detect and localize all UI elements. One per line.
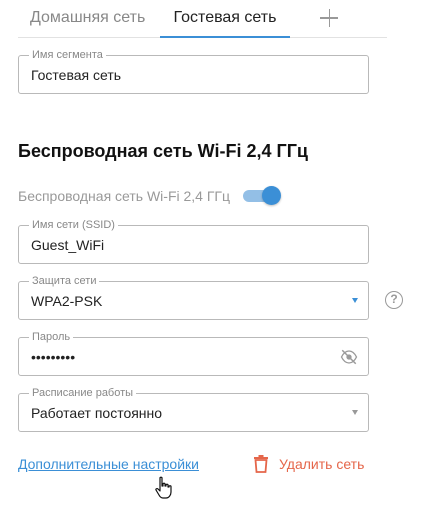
schedule-label: Расписание работы [29,386,137,400]
network-tabs: Домашняя сеть Гостевая сеть [18,0,387,38]
segment-name-field[interactable]: Имя сегмента Гостевая сеть [18,48,369,94]
advanced-settings-link[interactable]: Дополнительные настройки [18,456,199,472]
security-label: Защита сети [29,274,100,288]
password-value: ••••••••• [31,349,76,365]
hand-pointer-icon [155,476,172,499]
segment-name-value: Гостевая сеть [31,67,122,83]
chevron-down-icon [352,410,358,415]
security-select[interactable]: Защита сети WPA2-PSK [18,274,369,320]
ssid-label: Имя сети (SSID) [29,218,118,232]
password-label: Пароль [29,330,74,344]
schedule-select[interactable]: Расписание работы Работает постоянно [18,386,369,432]
wifi-toggle[interactable] [243,186,281,206]
segment-name-label: Имя сегмента [29,48,106,62]
tab-home-network[interactable]: Домашняя сеть [30,0,145,38]
ssid-field[interactable]: Имя сети (SSID) Guest_WiFi [18,218,369,264]
tab-guest-network[interactable]: Гостевая сеть [160,0,290,38]
ssid-value: Guest_WiFi [31,237,105,253]
password-field[interactable]: Пароль ••••••••• [18,330,369,376]
plus-icon[interactable] [318,6,342,30]
wifi-toggle-label: Беспроводная сеть Wi-Fi 2,4 ГГц [18,188,231,204]
section-title: Беспроводная сеть Wi-Fi 2,4 ГГц [18,141,308,161]
security-value: WPA2-PSK [31,293,103,309]
schedule-value: Работает постоянно [31,405,163,421]
help-icon[interactable]: ? [385,291,403,309]
trash-icon [254,455,268,473]
chevron-down-icon [352,298,358,303]
delete-network-label: Удалить сеть [279,456,365,472]
toggle-knob [262,186,281,205]
eye-off-icon[interactable] [340,349,358,365]
